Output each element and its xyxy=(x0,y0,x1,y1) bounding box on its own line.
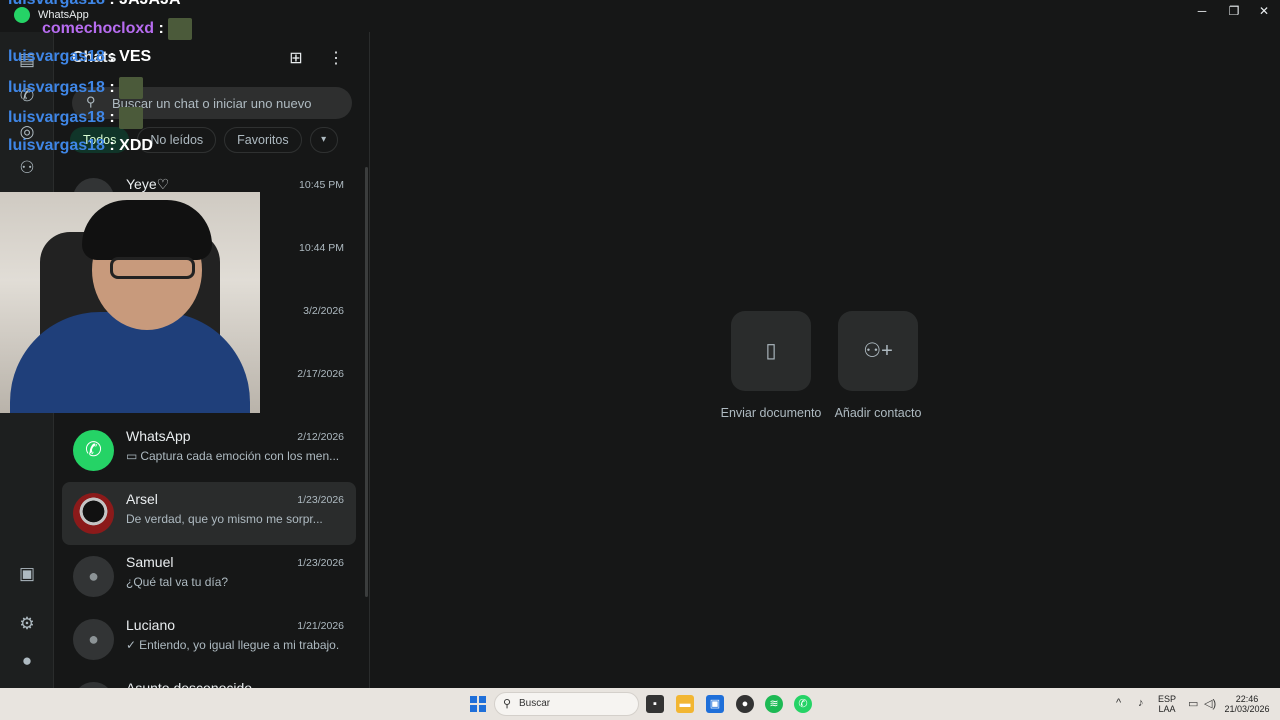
avatar xyxy=(73,493,114,534)
chat-time: 1/23/2026 xyxy=(297,557,344,569)
volume-icon[interactable]: ◁) xyxy=(1204,697,1216,710)
network-icon[interactable]: ▭ xyxy=(1188,697,1198,710)
chat-row[interactable]: ● Samuel 1/23/2026 ¿Qué tal va tu día? xyxy=(62,545,356,608)
start-button[interactable] xyxy=(470,696,486,712)
store-icon[interactable]: ▣ xyxy=(706,695,724,713)
avatar: ✆ xyxy=(73,430,114,471)
filter-favorites[interactable]: Favoritos xyxy=(224,127,302,153)
search-icon: ⚲ xyxy=(503,698,512,710)
minimize-button[interactable]: ─ xyxy=(1186,0,1218,22)
close-button[interactable]: ✕ xyxy=(1248,0,1280,22)
clock-date: 21/03/2026 xyxy=(1224,704,1270,714)
default-avatar-icon: ● xyxy=(88,566,99,586)
filter-unread[interactable]: No leídos xyxy=(137,127,217,153)
video-icon: ▭ xyxy=(126,449,138,463)
chat-preview: Entiendo, yo igual llegue a mi trabajo. xyxy=(139,638,340,652)
search-input[interactable] xyxy=(112,93,342,113)
chat-preview-wrap: ✓ Entiendo, yo igual llegue a mi trabajo. xyxy=(126,638,346,652)
obs-icon[interactable]: ● xyxy=(736,695,754,713)
clock-time: 22:46 xyxy=(1235,694,1259,704)
taskbar: ⚲ Buscar ▪ ▬ ▣ ● ≋ ✆ ^ ♪ ESP LAA ▭ ◁) 22… xyxy=(0,688,1280,720)
whatsapp-taskbar-icon[interactable]: ✆ xyxy=(794,695,812,713)
lang-bottom: LAA xyxy=(1158,704,1176,714)
file-explorer-icon[interactable]: ▬ xyxy=(676,695,694,713)
chat-time: 10:45 PM xyxy=(299,179,344,191)
task-view-icon[interactable]: ▪ xyxy=(646,695,664,713)
language-indicator[interactable]: ESP LAA xyxy=(1158,694,1176,714)
chat-name: WhatsApp xyxy=(126,428,191,444)
menu-icon[interactable]: ⋮ xyxy=(326,49,346,69)
document-icon[interactable]: ▯ xyxy=(731,311,811,391)
chat-time: 1/23/2026 xyxy=(297,494,344,506)
settings-icon[interactable]: ⚙ xyxy=(15,612,39,636)
chat-name: Arsel xyxy=(126,491,158,507)
window-title: WhatsApp xyxy=(38,9,89,21)
avatar: ● xyxy=(73,619,114,660)
chats-icon[interactable]: ▤ xyxy=(15,48,39,72)
profile-icon[interactable]: ● xyxy=(15,649,39,673)
webcam-overlay xyxy=(0,192,260,413)
streamer-hair xyxy=(82,200,212,260)
filter-chips: Todos No leídos Favoritos ▾ xyxy=(70,127,338,155)
avatar: ● xyxy=(73,556,114,597)
search-bar: ⚲ xyxy=(72,87,352,119)
page-title: Chats xyxy=(72,49,117,66)
chat-name: Samuel xyxy=(126,554,174,570)
whatsapp-logo-icon xyxy=(14,7,30,23)
clock[interactable]: 22:46 21/03/2026 xyxy=(1224,694,1270,714)
chat-row-arsel[interactable]: Arsel 1/23/2026 De verdad, que yo mismo … xyxy=(62,482,356,545)
new-chat-icon[interactable]: ⊞ xyxy=(286,49,306,69)
add-contact-label: Añadir contacto xyxy=(834,406,922,420)
taskbar-search[interactable]: ⚲ Buscar xyxy=(494,692,639,716)
chat-row[interactable]: ● Luciano 1/21/2026 ✓ Entiendo, yo igual … xyxy=(62,608,356,671)
taskbar-search-label: Buscar xyxy=(519,698,551,709)
chat-preview-wrap: ▭ Captura cada emoción con los men... xyxy=(126,449,346,463)
communities-icon[interactable]: ⚇ xyxy=(15,156,39,180)
chat-time: 3/2/2026 xyxy=(303,305,344,317)
chat-name: Luciano xyxy=(126,617,176,633)
tray-chevron-icon[interactable]: ^ xyxy=(1116,697,1121,709)
search-icon: ⚲ xyxy=(86,94,96,109)
filter-all[interactable]: Todos xyxy=(70,127,130,153)
chat-preview: ¿Qué tal va tu día? xyxy=(126,575,229,589)
chat-row-whatsapp[interactable]: ✆ WhatsApp 2/12/2026 ▭ Captura cada emoci… xyxy=(62,419,356,482)
whatsapp-window: WhatsApp ─ ❐ ✕ ▤ ✆ ◎ ⚇ ▣ ⚙ ● Chats ⊞ ⋮ ⚲… xyxy=(0,0,1280,720)
chat-preview: Captura cada emoción con los men... xyxy=(140,449,340,463)
spotify-icon[interactable]: ≋ xyxy=(765,695,783,713)
microphone-icon[interactable]: ♪ xyxy=(1138,697,1144,709)
send-document-label: Enviar documento xyxy=(720,406,822,420)
title-bar: WhatsApp ─ ❐ ✕ xyxy=(0,0,1280,32)
streamer-glasses xyxy=(110,257,195,279)
status-icon[interactable]: ◎ xyxy=(15,120,39,144)
chat-time: 2/12/2026 xyxy=(297,431,344,443)
filter-more-button[interactable]: ▾ xyxy=(309,127,338,153)
whatsapp-logo-icon: ✆ xyxy=(85,439,102,461)
lang-top: ESP xyxy=(1158,694,1177,704)
empty-conversation-area: ▯ Enviar documento ⚇+ Añadir contacto xyxy=(370,32,1280,688)
send-document-action[interactable]: ▯ Enviar documento xyxy=(721,311,821,422)
calls-icon[interactable]: ✆ xyxy=(15,84,39,108)
add-contact-icon[interactable]: ⚇+ xyxy=(838,311,918,391)
chat-name: Yeye♡ xyxy=(126,176,170,192)
chat-preview: De verdad, que yo mismo me sorpr... xyxy=(126,512,323,526)
default-avatar-icon: ● xyxy=(88,629,99,649)
add-contact-action[interactable]: ⚇+ Añadir contacto xyxy=(835,311,921,422)
chat-list-scrollbar[interactable] xyxy=(365,167,368,597)
sent-check-icon: ✓ xyxy=(126,638,137,652)
chat-time: 1/21/2026 xyxy=(297,620,344,632)
media-icon[interactable]: ▣ xyxy=(15,562,39,586)
chat-time: 2/17/2026 xyxy=(297,368,344,380)
maximize-button[interactable]: ❐ xyxy=(1218,0,1250,22)
chat-time: 10:44 PM xyxy=(299,242,344,254)
